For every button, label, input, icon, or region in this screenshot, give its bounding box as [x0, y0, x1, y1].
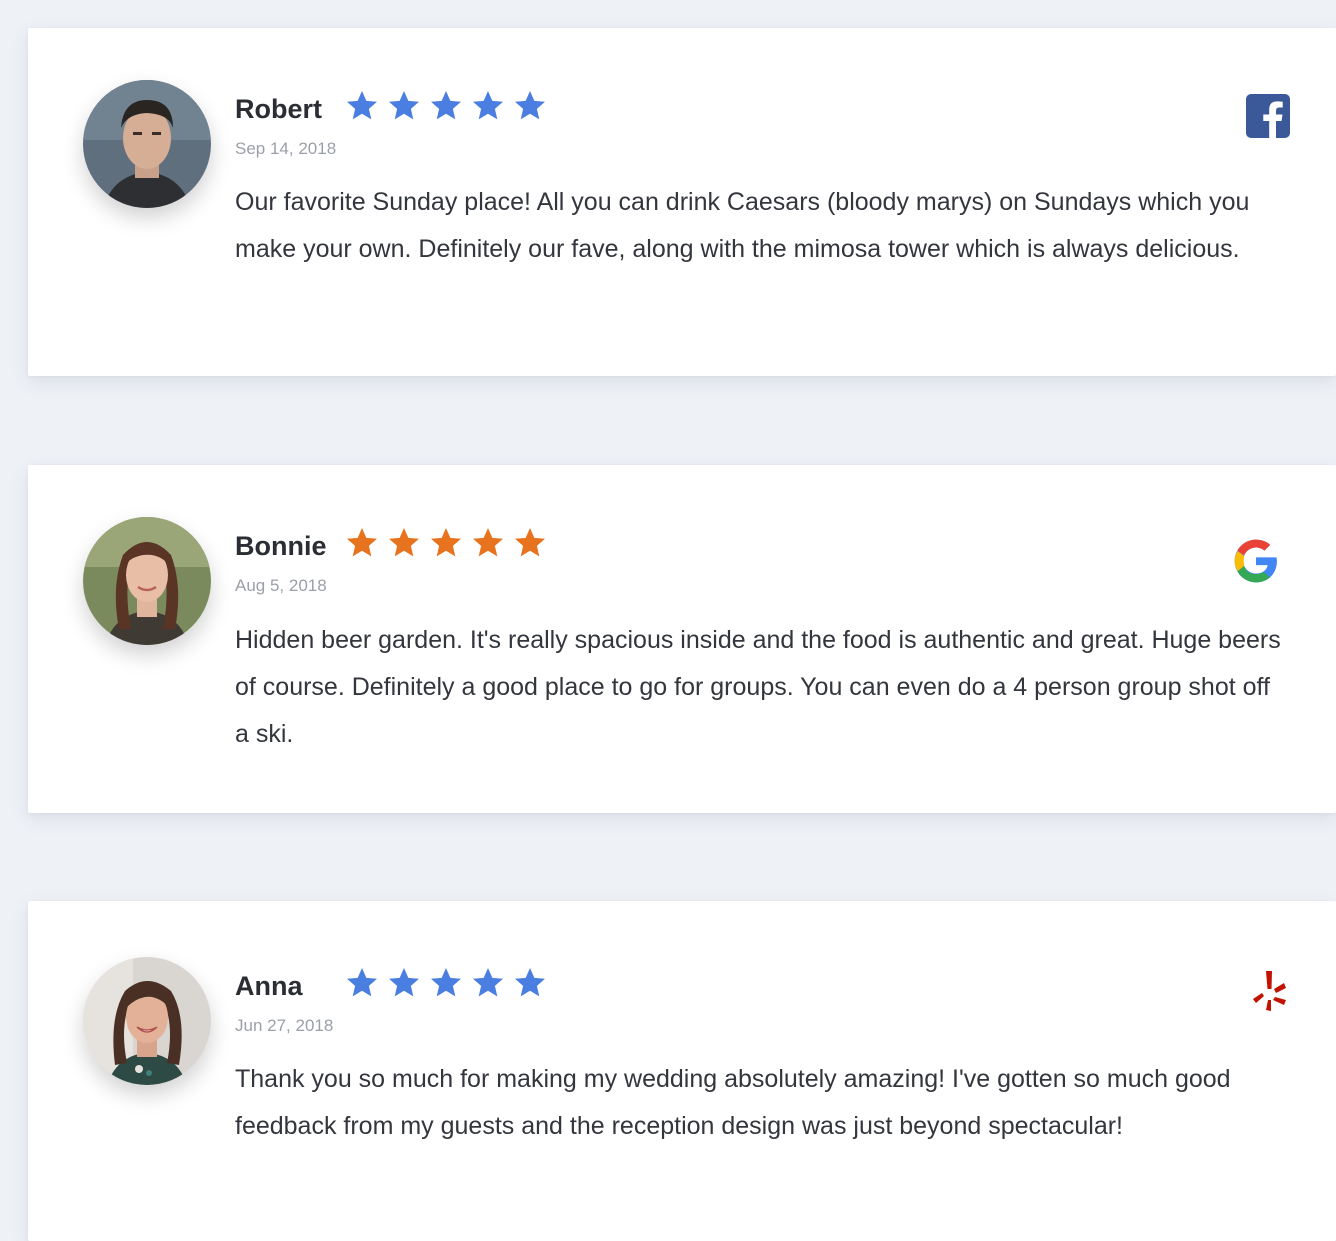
star-icon — [347, 528, 377, 557]
avatar — [83, 517, 211, 645]
google-icon[interactable] — [1231, 536, 1281, 586]
star-icon — [389, 528, 419, 557]
reviewer-name: Bonnie — [235, 531, 327, 561]
star-icon — [389, 91, 419, 120]
star-icon — [515, 528, 545, 557]
review-date: Aug 5, 2018 — [235, 576, 327, 595]
star-icon — [473, 968, 503, 997]
review-text: Thank you so much for making my wedding … — [235, 1065, 1231, 1140]
star-icon — [473, 528, 503, 557]
star-icon — [431, 968, 461, 997]
star-icon — [347, 91, 377, 120]
facebook-icon[interactable] — [1246, 94, 1290, 138]
yelp-icon[interactable] — [1250, 969, 1292, 1013]
star-icon — [389, 968, 419, 997]
review-date: Jun 27, 2018 — [235, 1016, 334, 1035]
avatar — [83, 957, 211, 1085]
reviewer-name: Anna — [235, 971, 303, 1001]
star-icon — [347, 968, 377, 997]
star-icon — [515, 968, 545, 997]
star-icon — [431, 91, 461, 120]
review-card: Bonnie Aug 5, 2018 Hidden beer garden. I… — [28, 465, 1336, 813]
avatar — [83, 80, 211, 208]
review-text: Hidden beer garden. It's really spacious… — [235, 626, 1281, 748]
star-icon — [431, 528, 461, 557]
reviewer-name: Robert — [235, 94, 322, 124]
review-date: Sep 14, 2018 — [235, 139, 337, 158]
rating-stars — [344, 525, 548, 561]
star-icon — [473, 91, 503, 120]
review-card: Robert Sep 14, 2018 Our favorite Sunday … — [28, 28, 1336, 376]
rating-stars — [344, 88, 548, 124]
rating-stars — [344, 965, 548, 1001]
star-icon — [515, 91, 545, 120]
review-text: Our favorite Sunday place! All you can d… — [235, 188, 1250, 263]
review-card: Anna Jun 27, 2018 Thank you so much for … — [28, 901, 1336, 1241]
